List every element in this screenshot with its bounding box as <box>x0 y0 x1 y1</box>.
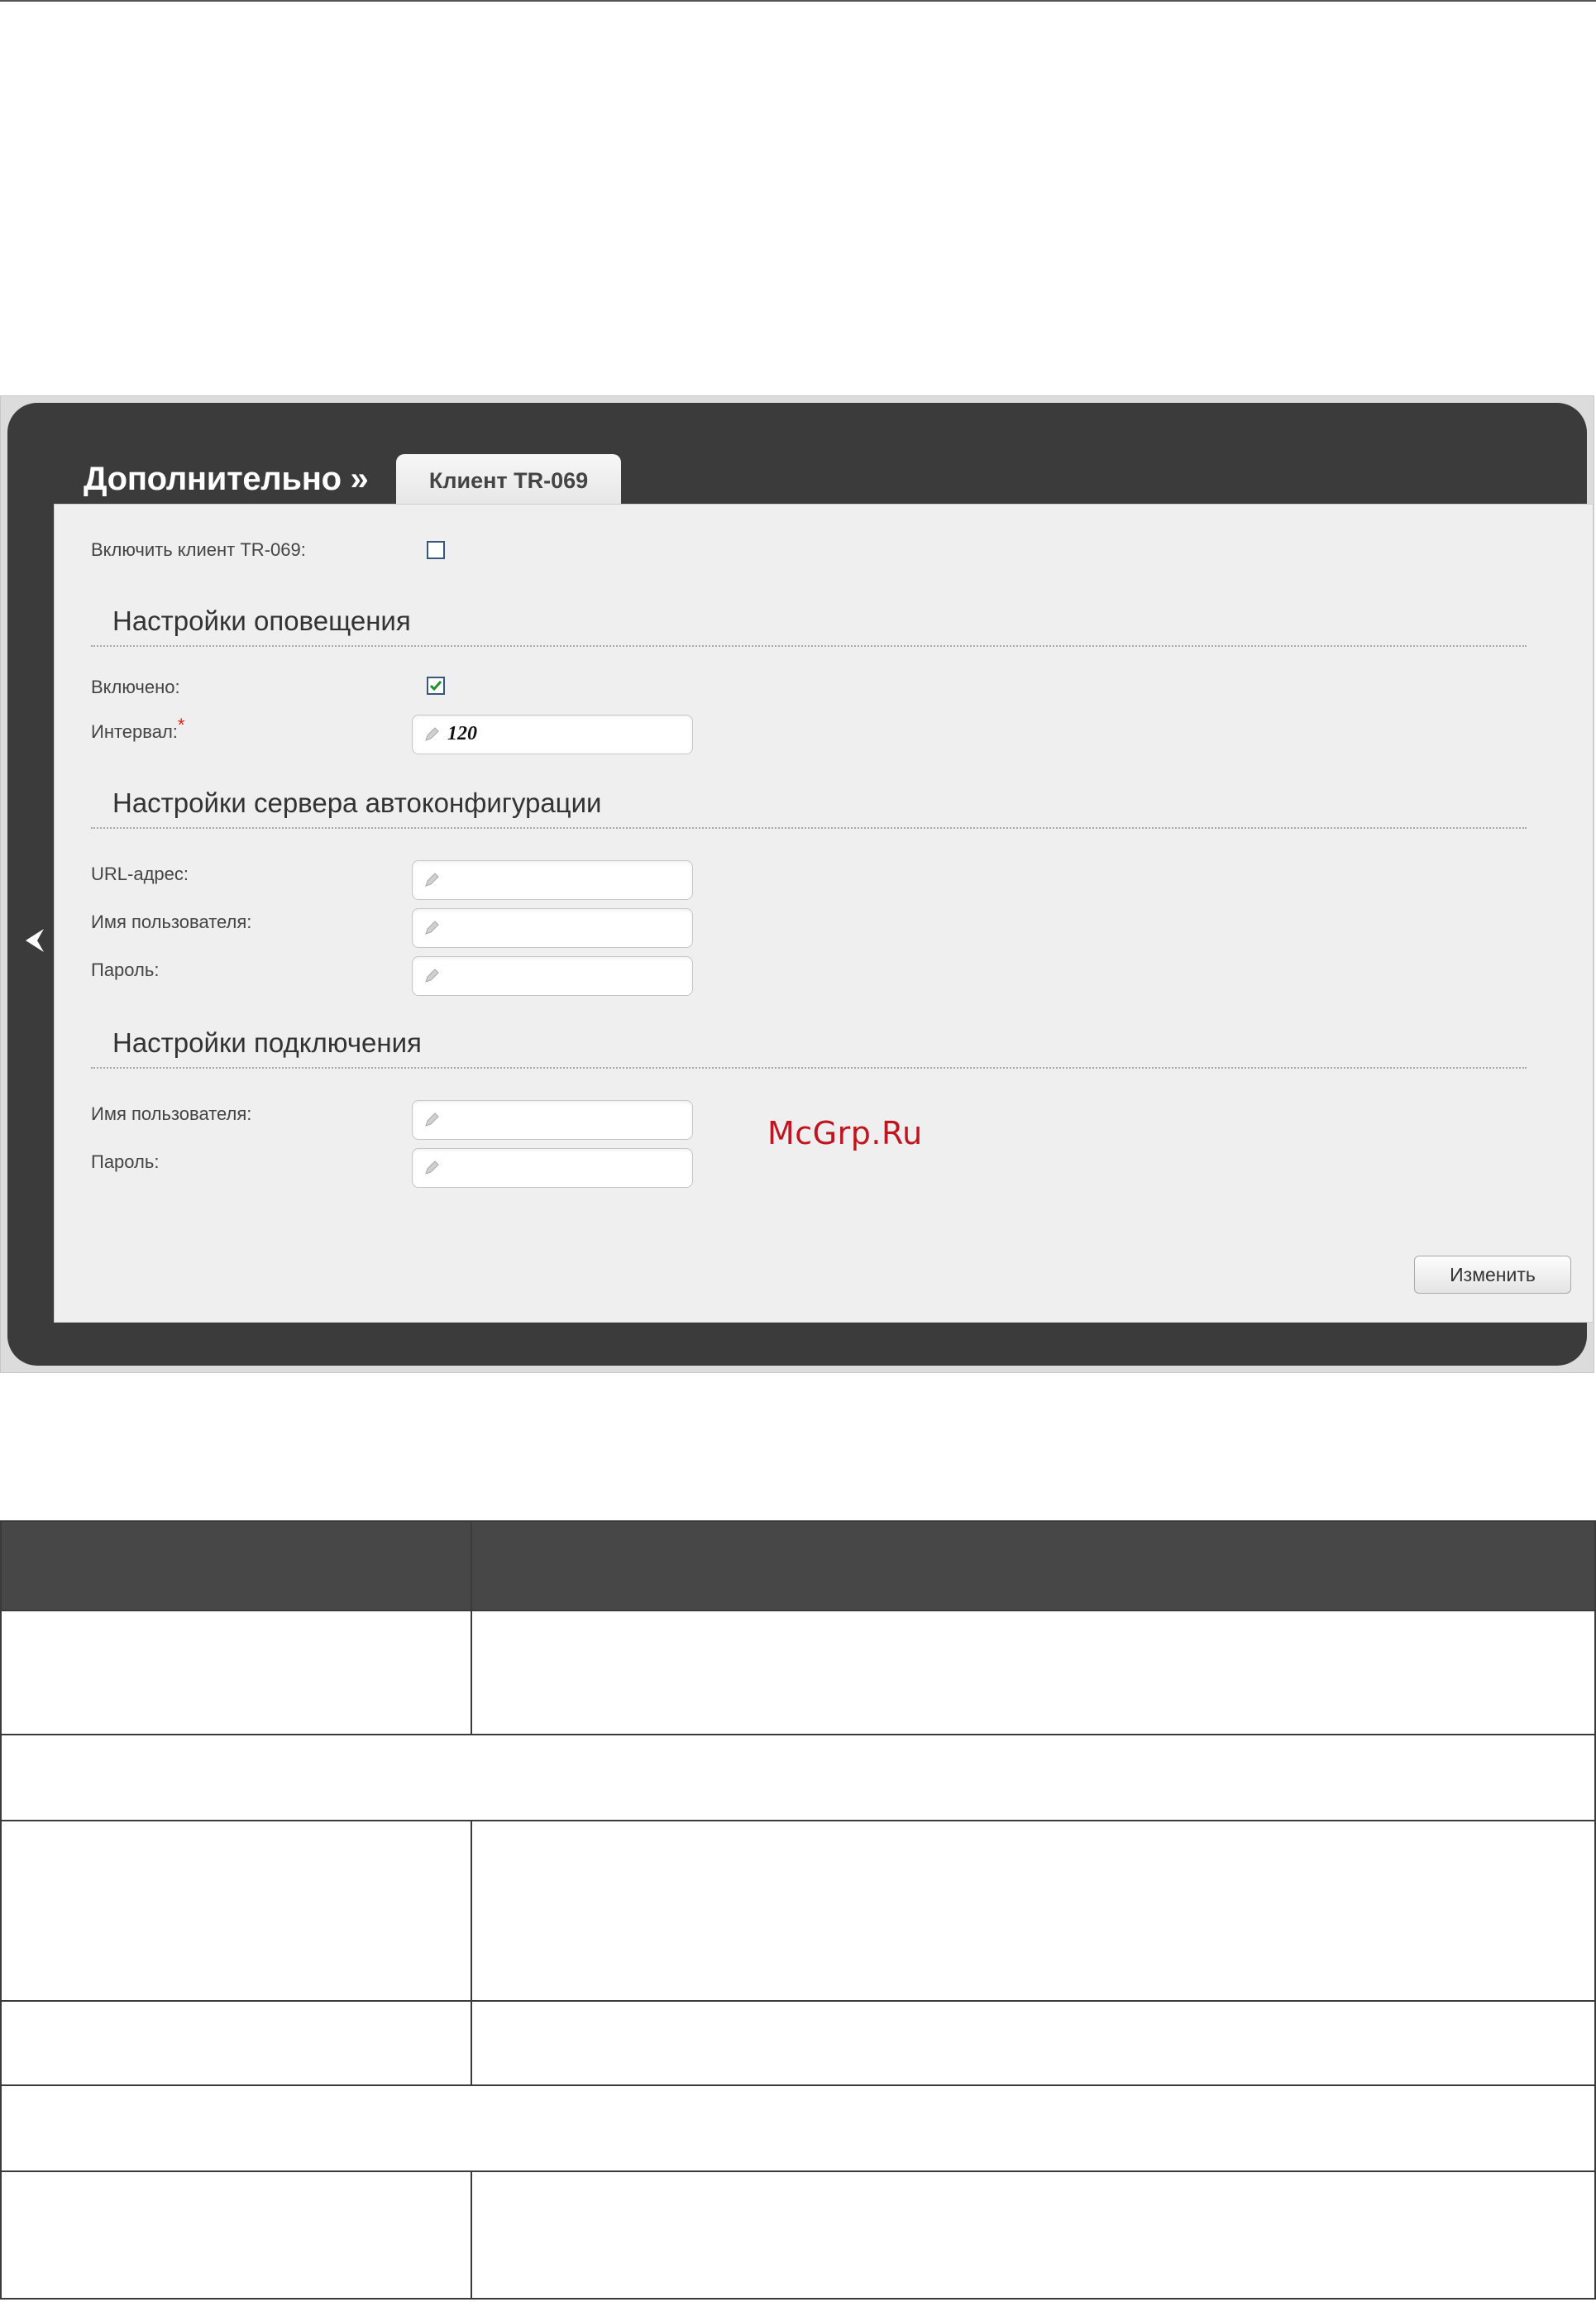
checkmark-icon <box>429 681 442 692</box>
table-cell <box>0 1820 472 2002</box>
table-row <box>0 1610 1596 1735</box>
table-cell <box>0 2000 472 2086</box>
pencil-icon <box>425 1113 439 1127</box>
section-divider <box>91 1067 1527 1069</box>
watermark: McGrp.Ru <box>767 1115 923 1151</box>
table-section-row <box>0 1734 1596 1821</box>
enable-client-label: Включить клиент TR-069: <box>91 539 306 560</box>
acs-url-label: URL-адрес: <box>91 864 189 884</box>
interval-label: Интервал:* <box>91 715 185 742</box>
parameter-table <box>0 1520 1596 2300</box>
interval-value: 120 <box>447 723 477 744</box>
table-cell <box>0 2084 1596 2172</box>
tab-tr069-client[interactable]: Клиент TR-069 <box>396 454 621 505</box>
table-header-cell <box>471 1520 1596 1611</box>
required-mark: * <box>177 715 185 735</box>
table-row <box>0 2000 1596 2086</box>
section-divider <box>91 645 1527 647</box>
table-cell <box>471 1610 1596 1735</box>
section-title-acs: Настройки сервера автоконфигурации <box>112 787 602 818</box>
table-section-row <box>0 2084 1596 2172</box>
conn-password-label: Пароль: <box>91 1151 160 1172</box>
conn-password-input[interactable] <box>412 1148 693 1188</box>
section-title-notify: Настройки оповещения <box>112 605 411 636</box>
table-cell <box>471 2170 1596 2300</box>
router-ui-screenshot: Дополнительно » Клиент TR-069 Включить к… <box>0 395 1594 1373</box>
section-title-connection: Настройки подключения <box>112 1027 422 1058</box>
dark-panel: Дополнительно » Клиент TR-069 Включить к… <box>7 403 1594 1366</box>
table-cell <box>0 2170 472 2300</box>
acs-username-input[interactable] <box>412 908 693 948</box>
notify-enabled-label: Включено: <box>91 677 180 697</box>
acs-url-input[interactable] <box>412 860 693 900</box>
interval-input[interactable]: 120 <box>412 715 693 754</box>
conn-username-input[interactable] <box>412 1100 693 1140</box>
pencil-icon <box>425 727 439 741</box>
table-row <box>0 2170 1596 2300</box>
page-heading: Дополнительно » <box>84 461 369 497</box>
table-header-cell <box>0 1520 472 1611</box>
acs-password-input[interactable] <box>412 956 693 996</box>
enable-client-checkbox[interactable] <box>427 541 445 559</box>
table-cell <box>0 1610 472 1735</box>
pencil-icon <box>425 921 439 935</box>
notify-enabled-checkbox[interactable] <box>427 677 445 695</box>
top-rule <box>0 0 1596 2</box>
settings-content: Включить клиент TR-069: Настройки оповещ… <box>54 504 1594 1323</box>
pencil-icon <box>425 1161 439 1175</box>
conn-username-label: Имя пользователя: <box>91 1103 252 1124</box>
apply-button[interactable]: Изменить <box>1414 1256 1571 1294</box>
acs-username-label: Имя пользователя: <box>91 912 252 932</box>
pencil-icon <box>425 873 439 887</box>
pencil-icon <box>425 969 439 983</box>
table-cell <box>471 2000 1596 2086</box>
table-cell <box>471 1820 1596 2002</box>
table-row <box>0 1820 1596 2002</box>
table-header-row <box>0 1520 1596 1611</box>
section-divider <box>91 827 1527 829</box>
table-cell <box>0 1734 1596 1821</box>
acs-password-label: Пароль: <box>91 960 160 980</box>
back-arrow-icon[interactable] <box>19 924 52 957</box>
